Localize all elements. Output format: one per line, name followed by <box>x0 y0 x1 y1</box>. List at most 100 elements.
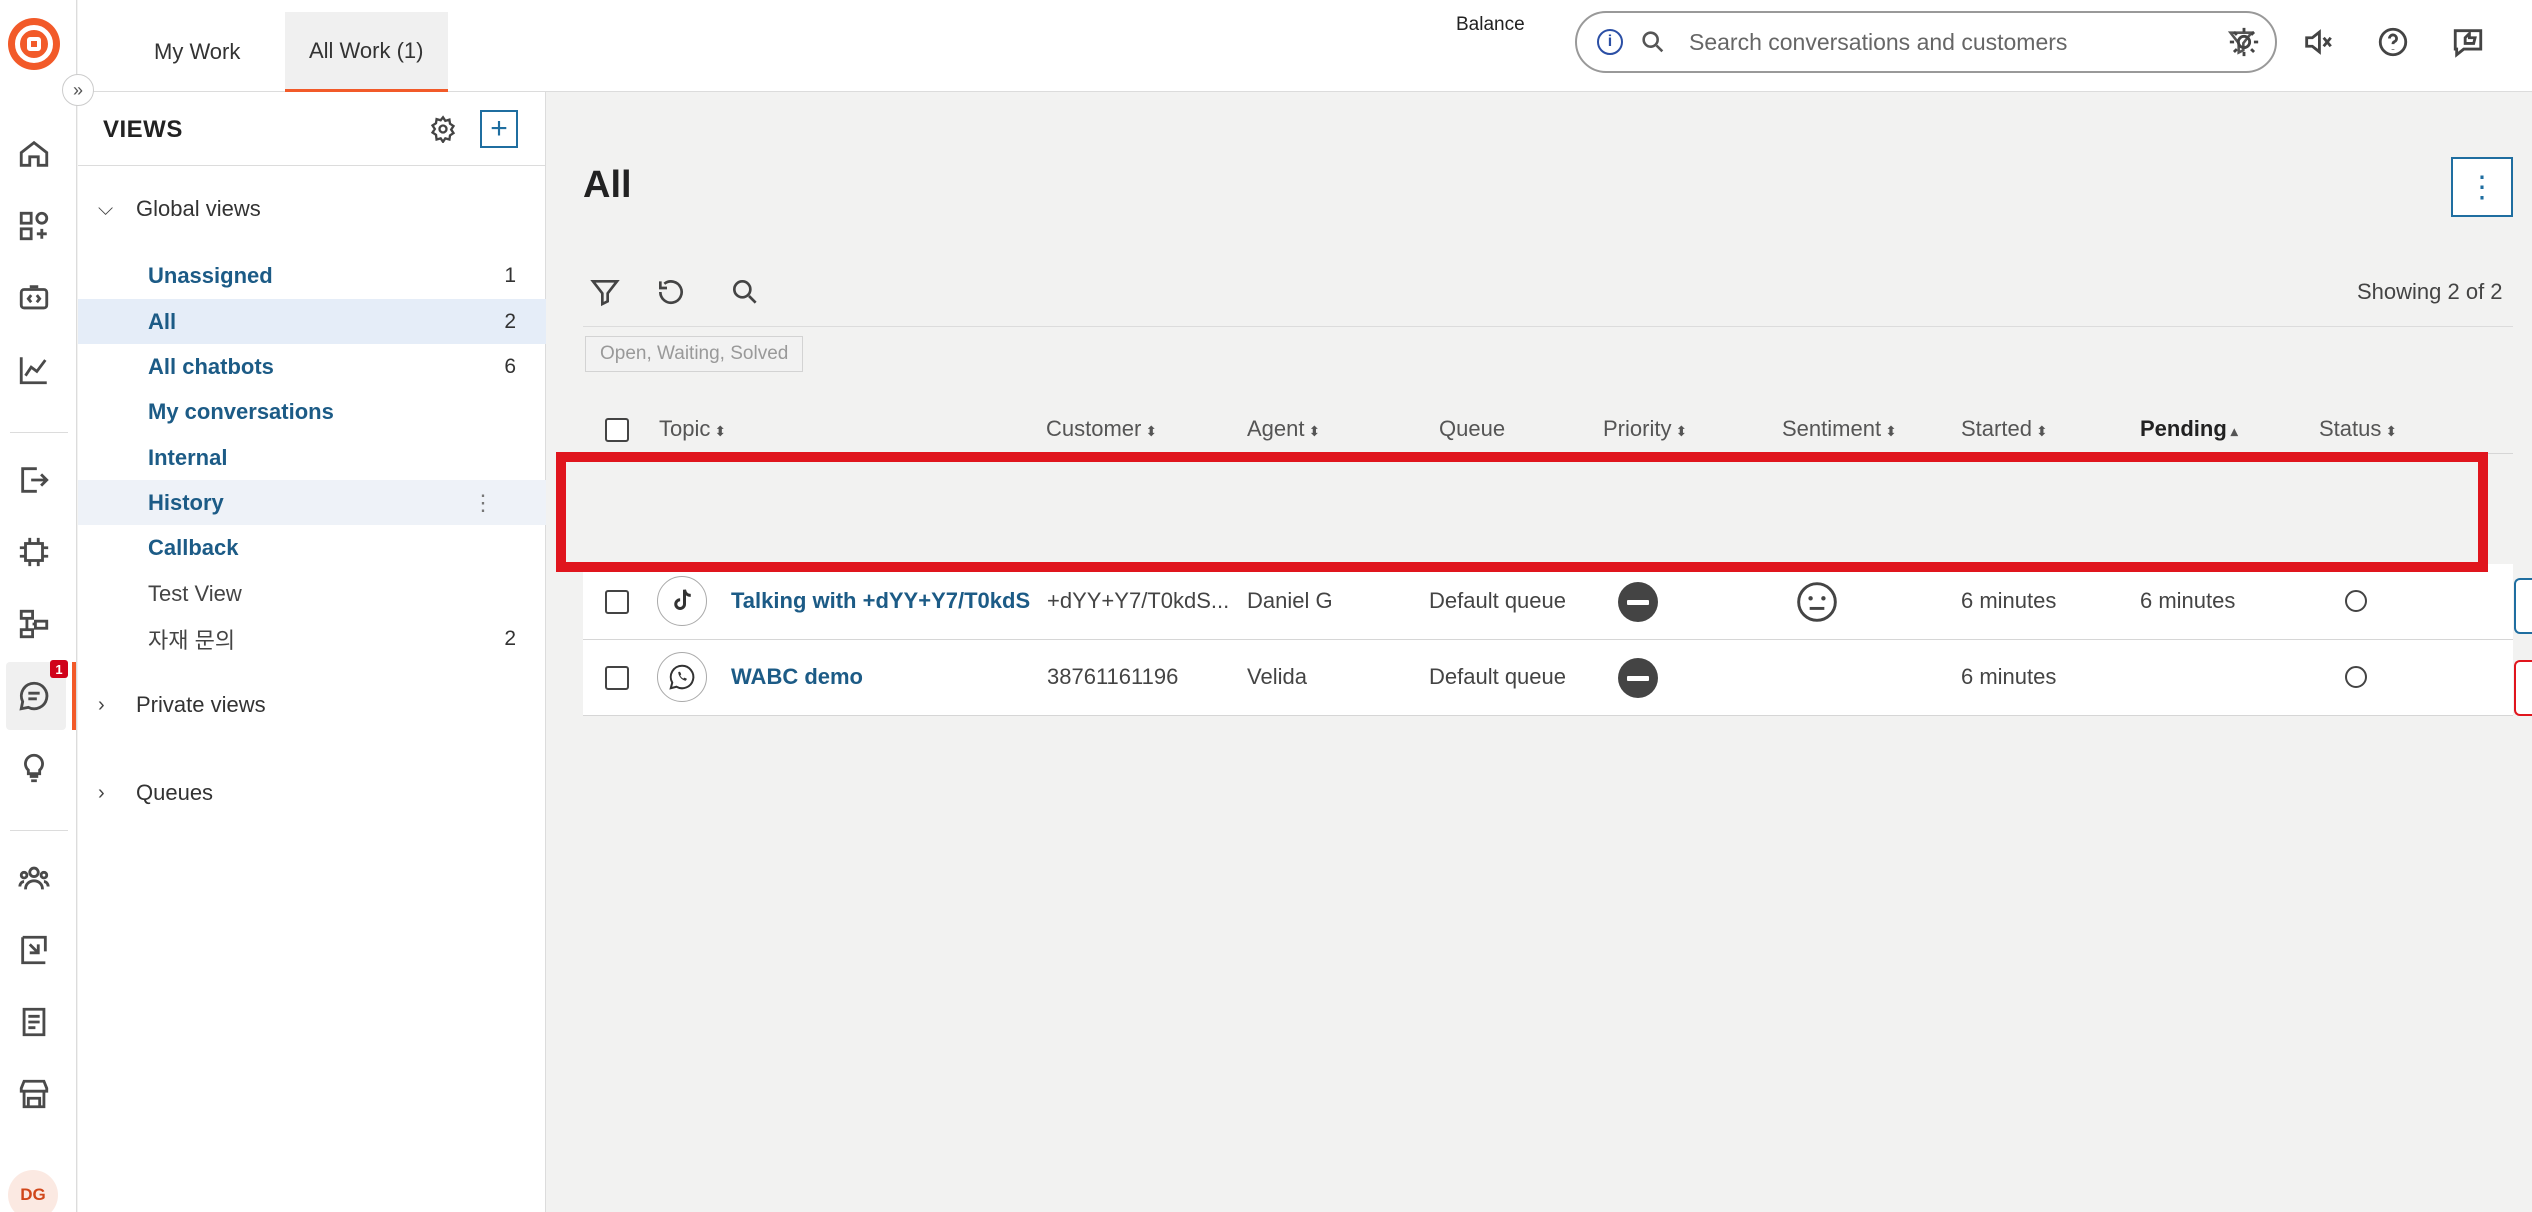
refresh-icon[interactable] <box>651 272 691 312</box>
table-header: Topic ⬍ Customer ⬍ Agent ⬍ Queue Priority ⬍ … <box>583 408 2513 454</box>
column-queue: Queue <box>1439 416 1506 441</box>
filter-icon[interactable] <box>585 272 625 312</box>
reports-icon[interactable] <box>14 930 54 970</box>
view-item-material-inquiry[interactable]: 자재 문의 2 <box>78 616 546 661</box>
sort-icon: ⬍ <box>1885 423 1897 439</box>
mute-icon[interactable] <box>2298 22 2338 62</box>
tab-my-work[interactable]: My Work <box>130 12 264 92</box>
priority-none-icon <box>1618 582 1658 622</box>
chevron-right-icon: › <box>98 693 105 716</box>
sort-icon: ⬍ <box>2385 423 2398 439</box>
view-item-internal[interactable]: Internal <box>78 435 546 480</box>
started-cell: 6 minutes <box>1961 588 2057 613</box>
column-status[interactable]: Status ⬍ <box>2319 416 2397 442</box>
search-icon[interactable] <box>725 272 765 312</box>
sort-icon: ⬍ <box>2035 423 2048 439</box>
view-item-unassigned[interactable]: Unassigned 1 <box>78 253 546 298</box>
view-item-callback[interactable]: Callback <box>78 525 546 570</box>
home-icon[interactable] <box>14 134 54 174</box>
chevron-right-icon: › <box>98 781 105 804</box>
column-topic[interactable]: Topic ⬍ <box>659 416 726 442</box>
result-count: Showing 2 of 2 <box>2357 279 2503 304</box>
side-panel-tab[interactable] <box>2514 660 2532 716</box>
sort-asc-icon: ▴ <box>2230 423 2238 439</box>
views-panel: VIEWS + ⌵ Global views Unassigned 1 All … <box>78 92 546 1212</box>
more-options-icon[interactable]: ⋮ <box>472 490 494 516</box>
conversations-badge: 1 <box>50 660 68 678</box>
notes-icon[interactable] <box>14 1002 54 1042</box>
icon-rail: » 1 DG <box>0 0 94 1212</box>
customer-cell: +dYY+Y7/T0kdS... <box>1047 588 1230 613</box>
side-panel-tab[interactable] <box>2514 578 2532 634</box>
column-customer[interactable]: Customer ⬍ <box>1046 416 1157 442</box>
agent-cell: Daniel G <box>1247 588 1333 613</box>
contacts-icon[interactable] <box>14 858 54 898</box>
top-bar: My Work All Work (1) Balance i Search co… <box>78 0 2532 92</box>
expand-sidebar-icon[interactable]: » <box>62 74 94 106</box>
private-views-group[interactable]: › Private views <box>78 682 546 728</box>
column-priority[interactable]: Priority ⬍ <box>1603 416 1687 442</box>
active-indicator <box>72 662 76 730</box>
analytics-icon[interactable] <box>14 350 54 390</box>
queue-cell: Default queue <box>1429 588 1566 613</box>
sort-icon: ⬍ <box>1145 423 1158 439</box>
queues-group[interactable]: › Queues <box>78 770 546 816</box>
tab-all-work[interactable]: All Work (1) <box>285 12 448 92</box>
view-item-test-view[interactable]: Test View <box>78 571 546 616</box>
column-started[interactable]: Started ⬍ <box>1961 416 2048 442</box>
status-open-icon <box>2345 666 2367 688</box>
sort-icon: ⬍ <box>714 423 727 439</box>
views-title: VIEWS <box>103 116 183 143</box>
column-agent[interactable]: Agent ⬍ <box>1247 416 1320 442</box>
pending-cell: 6 minutes <box>2140 588 2236 613</box>
add-view-button[interactable]: + <box>480 110 518 148</box>
row-checkbox[interactable] <box>605 590 629 614</box>
sort-icon: ⬍ <box>1308 423 1321 439</box>
customer-cell: 38761161196 <box>1047 664 1179 689</box>
chevron-down-icon: ⌵ <box>98 197 114 220</box>
select-all-checkbox[interactable] <box>605 418 629 442</box>
sort-icon: ⬍ <box>1675 423 1688 439</box>
view-item-history[interactable]: History ⋮ <box>78 480 546 525</box>
info-icon[interactable]: i <box>1597 29 1623 55</box>
whatsapp-icon <box>657 652 707 702</box>
store-icon[interactable] <box>14 1074 54 1114</box>
topic-link[interactable]: Talking with +dYY+Y7/T0kdS <box>731 588 1037 614</box>
global-views-group[interactable]: ⌵ Global views <box>78 186 546 232</box>
brand-logo[interactable] <box>8 18 60 70</box>
column-sentiment[interactable]: Sentiment ⬍ <box>1782 416 1897 442</box>
search-box[interactable]: i Search conversations and customers <box>1575 11 2277 73</box>
tiktok-icon <box>657 576 707 626</box>
neutral-face-icon <box>1797 582 1837 622</box>
table-row[interactable]: Talking with +dYY+Y7/T0kdS +dYY+Y7/T0kdS… <box>583 564 2513 640</box>
ai-chip-icon[interactable] <box>14 532 54 572</box>
more-actions-button[interactable]: ⋮ <box>2451 157 2513 217</box>
lightbulb-icon[interactable] <box>14 748 54 788</box>
view-item-all-chatbots[interactable]: All chatbots 6 <box>78 344 546 389</box>
balance-label[interactable]: Balance <box>1456 14 1525 36</box>
status-filter-chip[interactable]: Open, Waiting, Solved <box>585 336 804 372</box>
status-open-icon <box>2345 590 2367 612</box>
table-row[interactable]: WABC demo 38761161196 Velida Default que… <box>583 640 2513 716</box>
theme-toggle-icon[interactable] <box>2224 22 2264 62</box>
feedback-icon[interactable] <box>2448 22 2488 62</box>
code-icon[interactable] <box>14 278 54 318</box>
export-icon[interactable] <box>14 460 54 500</box>
gear-icon[interactable] <box>426 112 460 146</box>
agent-cell: Velida <box>1247 664 1307 689</box>
apps-icon[interactable] <box>14 206 54 246</box>
view-item-my-conversations[interactable]: My conversations <box>78 389 546 434</box>
page-title: All <box>583 164 632 206</box>
search-icon <box>1642 31 1664 53</box>
help-icon[interactable] <box>2373 22 2413 62</box>
search-input[interactable]: Search conversations and customers <box>1689 29 2227 56</box>
flow-icon[interactable] <box>14 604 54 644</box>
column-pending[interactable]: Pending ▴ <box>2140 416 2238 442</box>
row-checkbox[interactable] <box>605 666 629 690</box>
queue-cell: Default queue <box>1429 664 1566 689</box>
topic-link[interactable]: WABC demo <box>731 664 1037 690</box>
view-item-all[interactable]: All 2 <box>78 299 546 344</box>
conversations-icon[interactable] <box>14 676 54 716</box>
avatar[interactable]: DG <box>8 1170 58 1212</box>
started-cell: 6 minutes <box>1961 664 2057 689</box>
